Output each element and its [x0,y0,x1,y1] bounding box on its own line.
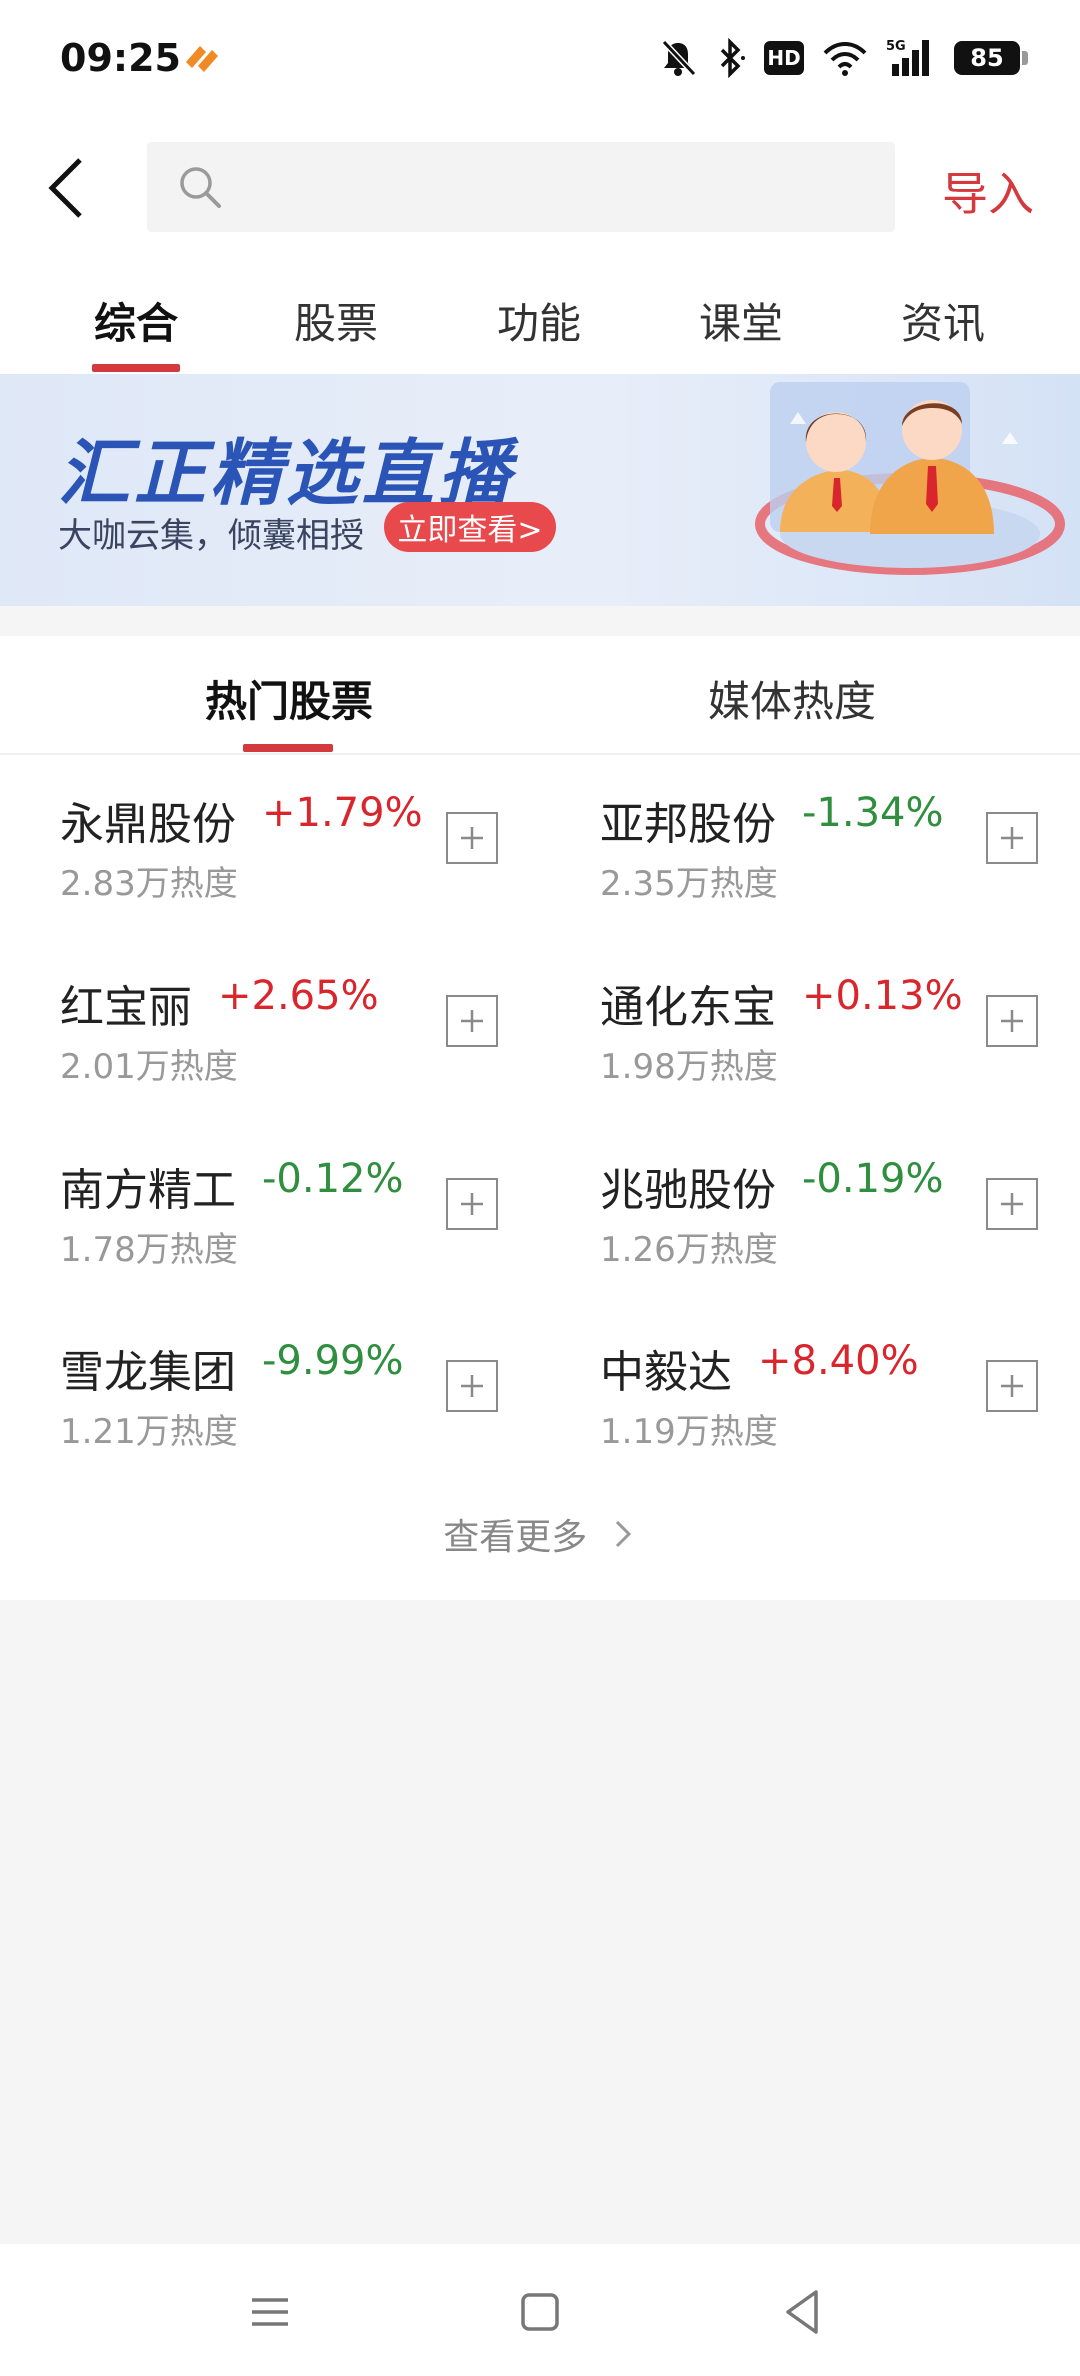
battery-icon: 85 [954,41,1028,75]
stock-heat: 1.98万热度 [600,1047,778,1087]
home-icon[interactable] [512,2284,568,2340]
stock-heat: 1.26万热度 [600,1230,778,1270]
tab-hot-stocks[interactable]: 热门股票 [205,668,373,729]
status-bar: 09:25 HD 5G 85 [0,0,1080,118]
stock-change: +1.79% [262,790,423,836]
banner-subtitle: 大咖云集，倾囊相授 [58,516,364,556]
stock-item[interactable]: 亚邦股份 -1.34% 2.35万热度 [600,788,1080,928]
divider [0,753,1080,755]
plus-icon [1001,1375,1023,1397]
stock-change: +8.40% [758,1338,919,1384]
add-watchlist-button[interactable] [446,812,498,864]
plus-icon [461,827,483,849]
stock-item[interactable]: 中毅达 +8.40% 1.19万热度 [600,1336,1080,1476]
stock-change: -0.19% [802,1156,944,1202]
sub-tab-active-indicator [243,744,333,752]
chevron-right-icon [615,1520,631,1548]
add-watchlist-button[interactable] [986,812,1038,864]
status-time: 09:25 [60,36,181,80]
presenters-illustration [755,382,1065,575]
stock-name: 亚邦股份 [600,799,776,850]
stock-name: 红宝丽 [60,982,192,1033]
search-box[interactable] [147,142,895,232]
hd-icon: HD [764,41,804,75]
add-watchlist-button[interactable] [446,1178,498,1230]
menu-icon[interactable] [242,2284,298,2340]
system-nav-bar [0,2244,1080,2376]
wifi-icon [823,42,867,76]
signal-5g-icon: 5G [886,39,929,76]
stock-heat: 2.01万热度 [60,1047,238,1087]
view-more-label: 查看更多 [443,1517,588,1558]
hot-stocks-card: 热门股票 媒体热度 永鼎股份 +1.79% 2.83万热度 亚邦股份 -1.34… [0,636,1080,1600]
stock-change: -0.12% [262,1156,404,1202]
plus-icon [461,1193,483,1215]
bluetooth-icon [720,38,745,78]
import-button[interactable]: 导入 [942,158,1034,224]
app-notification-icon [186,46,218,72]
stock-item[interactable]: 永鼎股份 +1.79% 2.83万热度 [60,788,540,928]
search-icon [180,167,221,208]
tab-media-heat[interactable]: 媒体热度 [708,668,876,729]
plus-icon [1001,1193,1023,1215]
stock-heat: 1.19万热度 [600,1412,778,1452]
stock-name: 南方精工 [60,1165,236,1216]
plus-icon [1001,827,1023,849]
status-icons: HD 5G 85 [658,36,1028,80]
stock-item[interactable]: 红宝丽 +2.65% 2.01万热度 [60,971,540,1111]
stock-item[interactable]: 雪龙集团 -9.99% 1.21万热度 [60,1336,540,1476]
stock-heat: 1.78万热度 [60,1230,238,1270]
tab-functions[interactable]: 功能 [497,290,581,351]
stock-change: +0.13% [802,973,963,1019]
stock-change: -1.34% [802,790,944,836]
tab-comprehensive[interactable]: 综合 [94,290,178,351]
stock-name: 通化东宝 [600,982,776,1033]
tab-classroom[interactable]: 课堂 [699,290,783,351]
stock-heat: 2.83万热度 [60,864,238,904]
add-watchlist-button[interactable] [446,1360,498,1412]
back-button[interactable] [36,152,96,224]
add-watchlist-button[interactable] [986,1360,1038,1412]
chevron-left-icon [48,158,82,218]
back-triangle-icon[interactable] [774,2284,830,2340]
search-input[interactable] [243,142,873,232]
add-watchlist-button[interactable] [986,995,1038,1047]
stock-item[interactable]: 通化东宝 +0.13% 1.98万热度 [600,971,1080,1111]
mute-icon [661,39,697,77]
stock-name: 雪龙集团 [60,1347,236,1398]
plus-icon [461,1010,483,1032]
stock-name: 永鼎股份 [60,799,236,850]
stock-item[interactable]: 兆驰股份 -0.19% 1.26万热度 [600,1154,1080,1294]
stock-name: 中毅达 [600,1347,732,1398]
add-watchlist-button[interactable] [446,995,498,1047]
view-more-link[interactable]: 查看更多 [0,1508,1080,1560]
add-watchlist-button[interactable] [986,1178,1038,1230]
stock-heat: 2.35万热度 [600,864,778,904]
stock-heat: 1.21万热度 [60,1412,238,1452]
stock-change: +2.65% [218,973,379,1019]
stock-item[interactable]: 南方精工 -0.12% 1.78万热度 [60,1154,540,1294]
tab-news[interactable]: 资讯 [901,290,985,351]
tab-active-indicator [92,364,180,372]
plus-icon [1001,1010,1023,1032]
stock-change: -9.99% [262,1338,404,1384]
search-header: 导入 [0,118,1080,260]
live-banner[interactable]: 汇正精选直播 大咖云集，倾囊相授 立即查看> [0,374,1080,606]
category-tabs: 综合 股票 功能 课堂 资讯 [0,260,1080,374]
tab-stocks[interactable]: 股票 [294,290,378,351]
plus-icon [461,1375,483,1397]
svg-text:5G: 5G [886,39,906,54]
banner-view-now-button[interactable]: 立即查看> [384,502,556,552]
stock-name: 兆驰股份 [600,1165,776,1216]
